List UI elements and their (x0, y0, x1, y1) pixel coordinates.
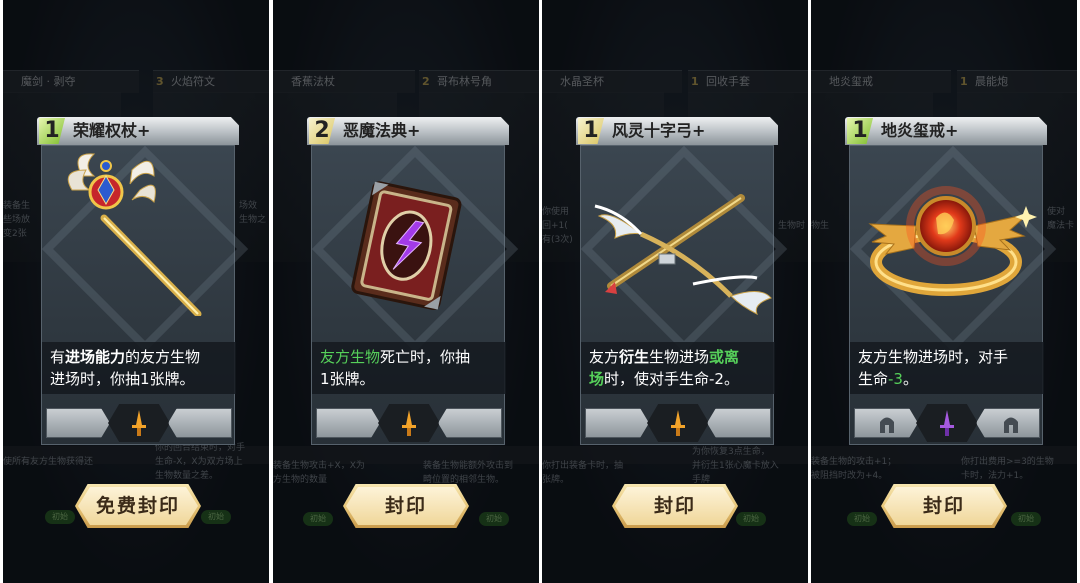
panel-glory-scepter: 魔剑 · 剥夺 3 火焰符文 装备生 些场放 场效 变2张 生物之 使所有友方生物… (3, 0, 269, 583)
panel-earthfire-ring: 地炎玺戒 1 晨能炮 使对 魔法卡 物生 装备生物的攻击+1； 被阻挡时改为+4。… (811, 0, 1077, 583)
slot-left (316, 408, 380, 438)
seal-button-label: 封印 (922, 495, 965, 517)
equip-slots (46, 404, 232, 442)
panel-wind-crossbow: 水晶圣杯 1 回收手套 你使用 回+1( 生物时 有(3次) 为你恢复3点生命， … (542, 0, 808, 583)
reward-card[interactable]: 2 恶魔法典+ 友方生物死亡时，你抽 1张牌。 (307, 117, 519, 445)
slot-right (168, 408, 232, 438)
equip-slots (854, 404, 1040, 442)
free-seal-button[interactable]: 免费封印 (75, 484, 201, 528)
slot-right (976, 408, 1040, 438)
card-description: 有进场能力的友方生物 进场时，你抽1张牌。 (42, 342, 236, 394)
demon-book-icon (351, 181, 462, 310)
dagger-icon (940, 410, 954, 436)
seal-button-label: 免费封印 (95, 495, 180, 517)
dagger-icon (132, 410, 146, 436)
card-description: 友方生物进场时，对手 生命-3。 (850, 342, 1044, 394)
card-body: 友方衍生生物进场或离 场时，使对手生命-2。 (580, 145, 788, 445)
card-body: 友方生物进场时，对手 生命-3。 (849, 145, 1057, 445)
screenshot-collage: 魔剑 · 剥夺 3 火焰符文 装备生 些场放 场效 变2张 生物之 使所有友方生物… (0, 0, 1080, 583)
card-header: 1 荣耀权杖+ (37, 117, 239, 145)
card-description: 友方生物死亡时，你抽 1张牌。 (312, 342, 506, 394)
helmet-icon (880, 417, 894, 433)
card-body: 有进场能力的友方生物 进场时，你抽1张牌。 (41, 145, 249, 445)
seal-button-label: 封印 (653, 495, 696, 517)
slot-left (585, 408, 649, 438)
card-cost: 1 (39, 118, 65, 144)
seal-button[interactable]: 封印 (612, 484, 738, 528)
dagger-icon (402, 410, 416, 436)
slot-left (854, 408, 918, 438)
dagger-icon (671, 410, 685, 436)
reward-card[interactable]: 1 荣耀权杖+ 有进场能力的友方生物 进场时，你抽1张牌。 (37, 117, 249, 445)
slot-left (46, 408, 110, 438)
card-cost: 1 (578, 118, 604, 144)
reward-card[interactable]: 1 地炎玺戒+ 友方生物进场时，对手 生命-3。 (845, 117, 1057, 445)
card-header: 2 恶魔法典+ (307, 117, 509, 145)
card-cost: 2 (309, 118, 335, 144)
slot-center (108, 404, 170, 442)
fire-ring-icon (868, 186, 1037, 296)
seal-button[interactable]: 封印 (343, 484, 469, 528)
panel-demon-codex: 香蕉法杖 2 哥布林号角 装备生物攻击+X，X为 方生物的数量 装备生物能额外攻击… (273, 0, 539, 583)
card-name: 风灵十字弓+ (612, 121, 706, 140)
slot-center (647, 404, 709, 442)
card-header: 1 风灵十字弓+ (576, 117, 778, 145)
crossbow-icon (594, 194, 772, 316)
slot-right (707, 408, 771, 438)
card-name: 恶魔法典+ (343, 121, 421, 140)
equip-slots (585, 404, 771, 442)
scepter-icon (67, 153, 202, 316)
slot-right (438, 408, 502, 438)
card-body: 友方生物死亡时，你抽 1张牌。 (311, 145, 519, 445)
card-cost: 1 (847, 118, 873, 144)
slot-center (378, 404, 440, 442)
helmet-icon (1004, 417, 1018, 433)
card-name: 地炎玺戒+ (881, 121, 959, 140)
seal-button[interactable]: 封印 (881, 484, 1007, 528)
slot-center (916, 404, 978, 442)
card-description: 友方衍生生物进场或离 场时，使对手生命-2。 (581, 342, 775, 394)
card-name: 荣耀权杖+ (73, 121, 151, 140)
equip-slots (316, 404, 502, 442)
seal-button-label: 封印 (384, 495, 427, 517)
reward-card[interactable]: 1 风灵十字弓+ 友方衍生生物进场或离 场时，使对手生命-2。 (576, 117, 788, 445)
card-header: 1 地炎玺戒+ (845, 117, 1047, 145)
